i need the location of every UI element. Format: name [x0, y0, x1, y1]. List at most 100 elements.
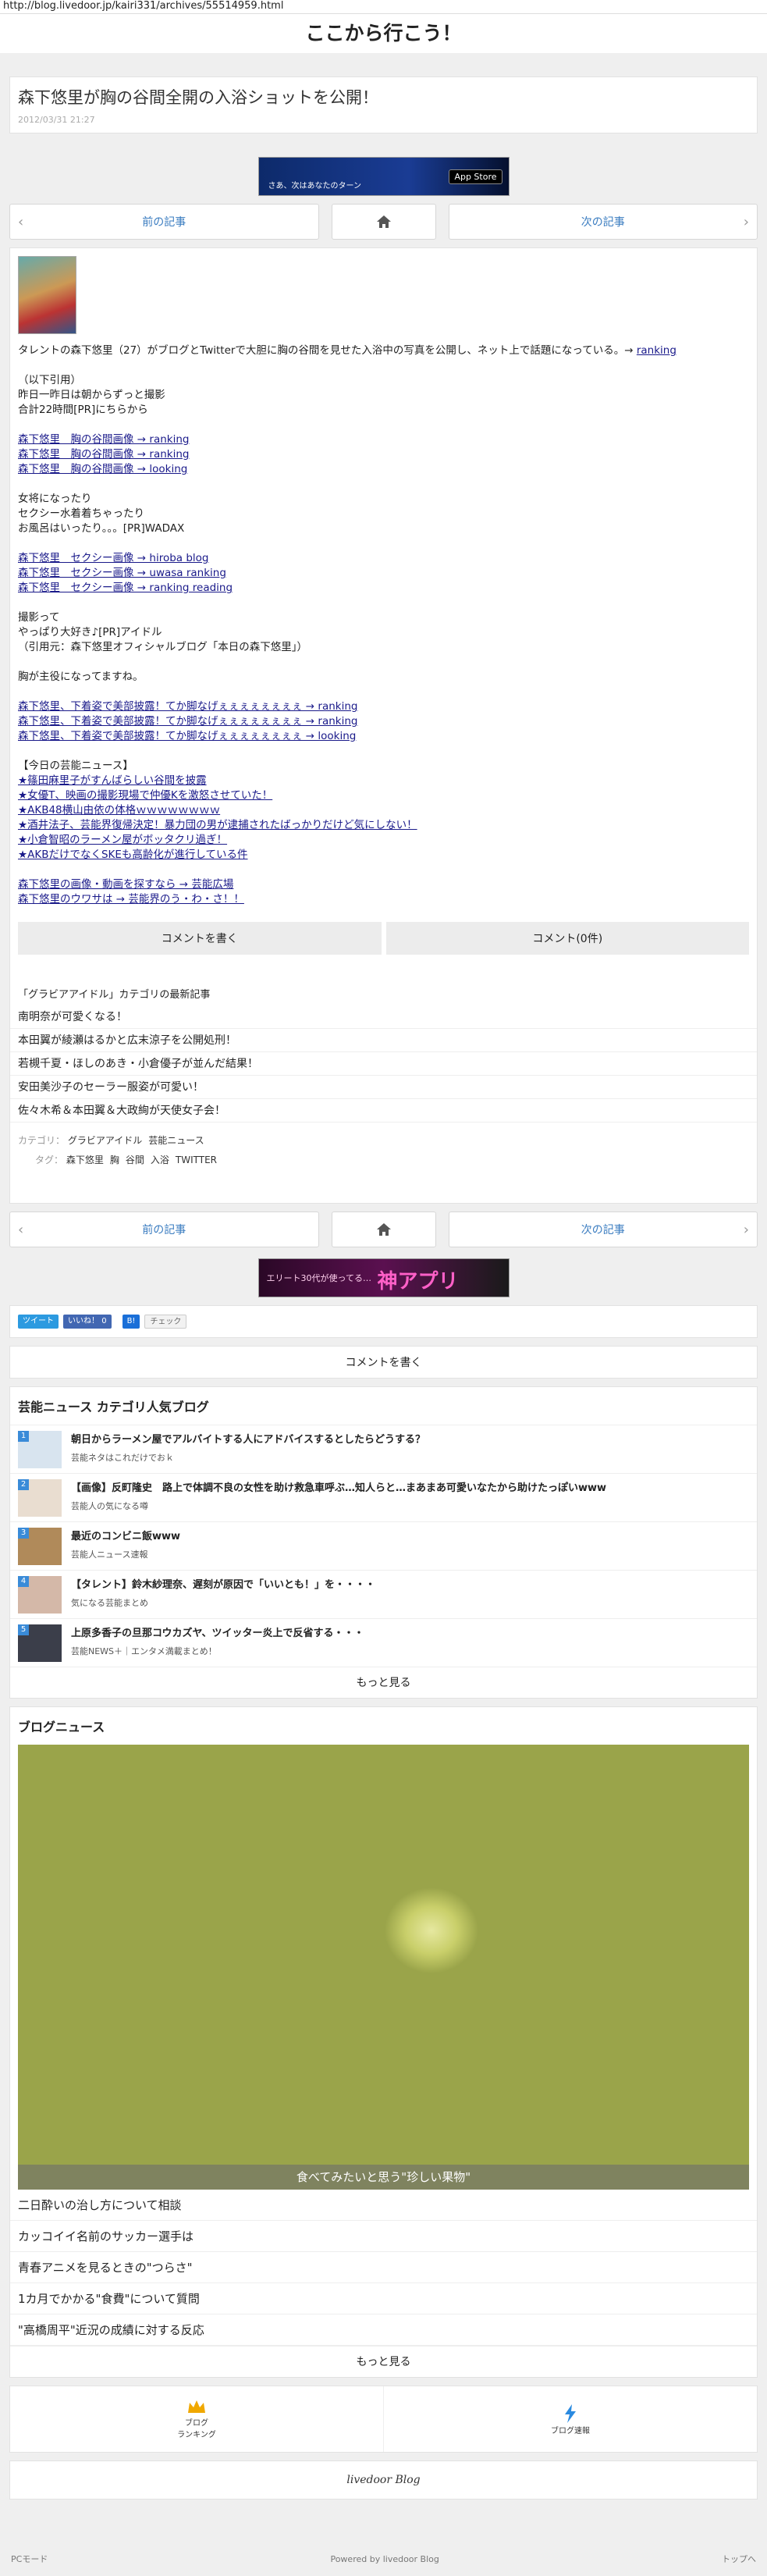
category-latest-item[interactable]: 安田美沙子のセーラー服姿が可愛い！: [10, 1076, 757, 1099]
blog-news: ブログニュース 食べてみたいと思う"珍しい果物" 二日酔いの治し方について相談カ…: [9, 1706, 758, 2378]
comment-count-button[interactable]: コメント(0件): [385, 922, 749, 955]
popular-more-button[interactable]: もっと見る: [10, 1667, 757, 1698]
next-article-button-bottom[interactable]: 次の記事 ›: [448, 1212, 758, 1247]
lightning-icon: [565, 2403, 576, 2423]
tag-link[interactable]: 入浴: [151, 1155, 169, 1165]
hatena-button[interactable]: B!: [122, 1315, 140, 1329]
blog-news-item[interactable]: "高橋周平"近況の成績に対する反応: [10, 2314, 757, 2346]
tag-link[interactable]: TWITTER: [176, 1155, 217, 1165]
site-title[interactable]: ここから行こう！: [0, 14, 767, 53]
prev-label: 前の記事: [142, 216, 186, 229]
top-banner-ad[interactable]: さあ、次はあなたのターン App Store: [257, 157, 510, 196]
bottom-nav: ブログ ランキング ブログ速報: [9, 2386, 758, 2453]
home-icon: [376, 1223, 391, 1236]
news-link[interactable]: ★AKB48横山由依の体格ｗｗｗｗｗｗｗｗ: [18, 803, 749, 818]
livedoor-logo[interactable]: livedoor Blog: [9, 2460, 758, 2500]
link-list-2: 森下悠里 セクシー画像 → hiroba blog 森下悠里 セクシー画像 → u…: [18, 551, 749, 596]
like-button[interactable]: いいね！ 0: [63, 1315, 112, 1329]
news-link[interactable]: ★AKBだけでなくSKEも高齢化が進行している件: [18, 848, 749, 863]
like-count: 0: [101, 1317, 107, 1325]
news-link[interactable]: ★小倉智昭のラーメン屋がボッタクリ過ぎ！: [18, 833, 749, 848]
news-link[interactable]: ★酒井法子、芸能界復帰決定！暴力団の男が逮捕されたばっかりだけど気にしない！: [18, 818, 749, 833]
rank-number: 4: [18, 1576, 29, 1587]
home-button[interactable]: [331, 204, 436, 240]
news-link[interactable]: ★女優T、映画の撮影現場で仲優Kを激怒させていた！: [18, 788, 749, 803]
popular-thumbnail: 2: [18, 1479, 62, 1517]
category-latest-item[interactable]: 南明奈が可愛くなる！: [10, 1005, 757, 1029]
to-top-link[interactable]: トップへ: [722, 2553, 756, 2565]
category-latest-item[interactable]: 本田翼が綾瀬はるかと広末涼子を公開処刑！: [10, 1029, 757, 1052]
popular-item[interactable]: 4 【タレント】鈴木紗理奈、遅刻が原因で「いいとも！」を・・・・ 気になる芸能まとめ: [10, 1570, 757, 1618]
tag-link[interactable]: 胸: [110, 1155, 119, 1165]
blog-news-item[interactable]: 1カ月でかかる"食費"について質問: [10, 2283, 757, 2314]
ranking-link[interactable]: ブログ ランキング: [10, 2386, 384, 2452]
quote-line: （引用元：森下悠里オフィシャルブログ「本日の森下悠里」）: [18, 641, 307, 653]
link-line[interactable]: 森下悠里、下着姿で美部披露！てか脚なげぇぇぇぇぇぇぇぇ → ranking: [18, 699, 749, 714]
link-list-1: 森下悠里 胸の谷間画像 → ranking 森下悠里 胸の谷間画像 → ranki…: [18, 432, 749, 477]
blog-news-item[interactable]: 青春アニメを見るときの"つらさ": [10, 2252, 757, 2283]
category-latest-item[interactable]: 若槻千夏・ほしのあき・小倉優子が並んだ結果！: [10, 1052, 757, 1076]
popular-thumbnail: 4: [18, 1576, 62, 1614]
tweet-button[interactable]: ツイート: [18, 1315, 59, 1329]
rank-number: 2: [18, 1479, 29, 1490]
intro-link[interactable]: ranking: [637, 344, 676, 357]
news-feature-image[interactable]: 食べてみたいと思う"珍しい果物": [18, 1745, 749, 2190]
article-body: タレントの森下悠里（27）がブログとTwitterで大胆に胸の谷間を見せた入浴中…: [9, 247, 758, 1204]
pc-mode-link[interactable]: PCモード: [11, 2553, 48, 2565]
prev-article-button[interactable]: ‹ 前の記事: [9, 204, 319, 240]
popular-item[interactable]: 1 朝日からラーメン屋でアルバイトする人にアドバイスするとしたらどうする？ 芸能ネタ…: [10, 1425, 757, 1473]
category-latest-item[interactable]: 佐々木希＆本田翼＆大政絢が天使女子会！: [10, 1099, 757, 1123]
link-line[interactable]: 森下悠里 セクシー画像 → ranking reading: [18, 581, 749, 596]
write-comment-bar[interactable]: コメントを書く: [9, 1346, 758, 1379]
ad-text: さあ、次はあなたのターン: [268, 182, 362, 190]
popular-item[interactable]: 2 【画像】反町隆史 路上で体調不良の女性を助け救急車呼ぶ…知人らと…まあまあ可愛…: [10, 1473, 757, 1521]
popular-item-source: 芸能NEWS＋｜エンタメ満載まとめ！: [71, 1646, 217, 1656]
article-thumbnail[interactable]: [18, 256, 76, 334]
tag-meta: タグ： 森下悠里胸谷間 入浴 TWITTER: [10, 1150, 757, 1169]
logo-text: livedoor Blog: [346, 2474, 421, 2486]
tail-link[interactable]: 森下悠里の画像・動画を探すなら → 芸能広場: [18, 877, 749, 892]
popular-item[interactable]: 3 最近のコンビニ飯www 芸能人ニュース速報: [10, 1521, 757, 1570]
rank-number: 1: [18, 1431, 29, 1442]
article-nav-bottom: ‹ 前の記事 次の記事 ›: [9, 1212, 758, 1247]
link-line[interactable]: 森下悠里 胸の谷間画像 → ranking: [18, 447, 749, 462]
link-line[interactable]: 森下悠里 胸の谷間画像 → ranking: [18, 432, 749, 447]
link-line[interactable]: 森下悠里、下着姿で美部披露！てか脚なげぇぇぇぇぇぇぇぇ → looking: [18, 729, 749, 744]
blog-news-item[interactable]: カッコイイ名前のサッカー選手は: [10, 2221, 757, 2252]
url-bar: http://blog.livedoor.jp/kairi331/archive…: [0, 0, 767, 14]
link-line[interactable]: 森下悠里 胸の谷間画像 → looking: [18, 462, 749, 477]
link-line[interactable]: 森下悠里、下着姿で美部披露！てか脚なげぇぇぇぇぇぇぇぇ → ranking: [18, 714, 749, 729]
news-more-button[interactable]: もっと見る: [10, 2346, 757, 2377]
prev-article-button-bottom[interactable]: ‹ 前の記事: [9, 1212, 319, 1247]
popular-thumbnail: 1: [18, 1431, 62, 1468]
category-link[interactable]: 芸能ニュース: [148, 1135, 204, 1146]
tag-link[interactable]: 森下悠里: [66, 1155, 104, 1165]
link-line[interactable]: 森下悠里 セクシー画像 → hiroba blog: [18, 551, 749, 566]
link-line[interactable]: 森下悠里 セクシー画像 → uwasa ranking: [18, 566, 749, 581]
like-label: いいね！: [68, 1317, 99, 1325]
category-meta: カテゴリ： グラビアアイドル 芸能ニュース: [10, 1130, 757, 1150]
check-button[interactable]: チェック: [144, 1315, 187, 1329]
tag-link[interactable]: 谷間: [126, 1155, 144, 1165]
tail-link[interactable]: 森下悠里のウワサは → 芸能界のう・わ・さ！！: [18, 892, 749, 907]
quote-block-3: 撮影って やっぱり大好き♪[PR]アイドル （引用元：森下悠里オフィシャルブログ「本…: [18, 610, 749, 655]
category-latest-title: 「グラビアアイドル」カテゴリの最新記事: [18, 989, 211, 1001]
news-link[interactable]: ★篠田麻里子がすんばらしい谷間を披露: [18, 774, 749, 788]
mid-banner-ad[interactable]: エリート30代が使ってる… 神アプリ: [257, 1258, 510, 1297]
next-article-button[interactable]: 次の記事 ›: [448, 204, 758, 240]
quote-line: 昨日一昨日は朝からずっと撮影: [18, 389, 165, 401]
category-link[interactable]: グラビアアイドル: [68, 1135, 142, 1146]
blog-news-link[interactable]: ブログ速報: [384, 2386, 757, 2452]
blog-news-item[interactable]: 二日酔いの治し方について相談: [10, 2190, 757, 2221]
popular-item[interactable]: 5 上原多香子の旦那コウカズヤ、ツイッター炎上で反省する・・・ 芸能NEWS＋｜エン…: [10, 1618, 757, 1667]
popular-item-title: 【タレント】鈴木紗理奈、遅刻が原因で「いいとも！」を・・・・: [71, 1579, 376, 1591]
home-button-bottom[interactable]: [331, 1212, 436, 1247]
quote-block: （以下引用） 昨日一昨日は朝からずっと撮影 合計22時間[PR]にちらから: [18, 373, 749, 418]
quote-line: やっぱり大好き♪[PR]アイドル: [18, 626, 162, 639]
link-list-3: 森下悠里、下着姿で美部披露！てか脚なげぇぇぇぇぇぇぇぇ → ranking 森下悠…: [18, 699, 749, 744]
blog-news-title: ブログニュース: [18, 1720, 105, 1735]
blog-news-label: ブログ速報: [551, 2426, 590, 2435]
write-comment-button[interactable]: コメントを書く: [18, 922, 382, 955]
article-date: 2012/03/31 21:27: [18, 115, 95, 125]
footer: PCモード Powered by livedoor Blog トップへ: [0, 2542, 767, 2576]
